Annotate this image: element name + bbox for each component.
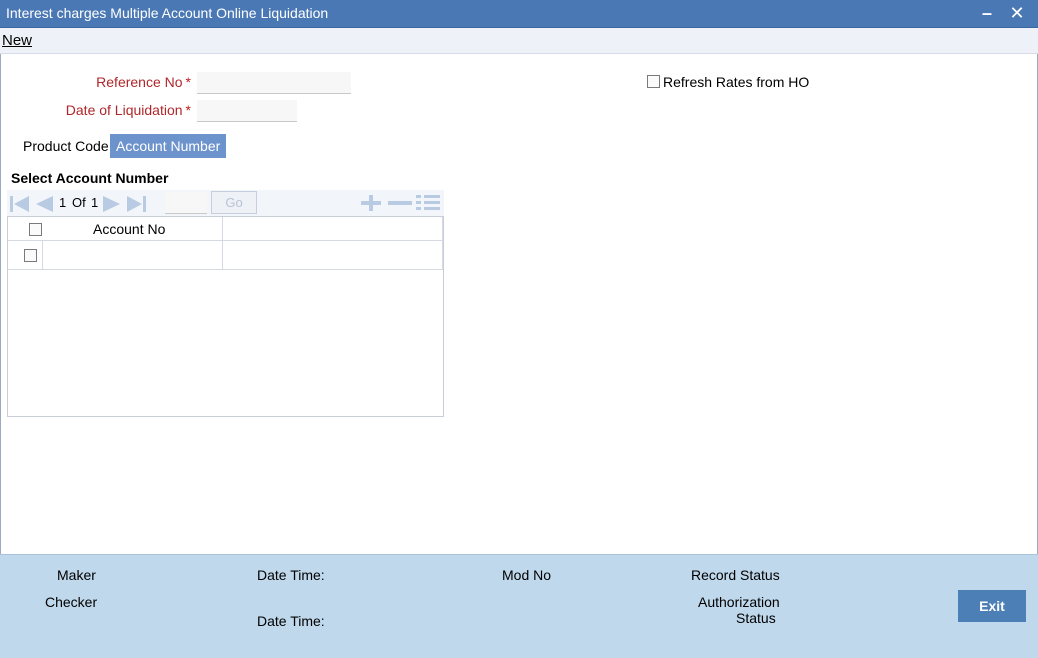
grid-pager-toolbar: 1 Of 1 Go [7, 190, 444, 216]
mod-no-label: Mod No [502, 567, 552, 583]
last-page-icon[interactable] [125, 195, 147, 213]
select-all-checkbox[interactable] [29, 223, 42, 236]
minimize-icon[interactable]: – [976, 1, 998, 25]
record-status-label: Record Status [691, 567, 780, 583]
page-current: 1 [59, 195, 67, 210]
authorization-label: Authorization [698, 594, 780, 610]
previous-page-icon[interactable] [33, 195, 55, 213]
table-row[interactable] [8, 241, 443, 270]
new-link[interactable]: New [2, 32, 32, 49]
tab-account-number[interactable]: Account Number [110, 134, 227, 158]
close-icon[interactable]: ✕ [1006, 1, 1028, 25]
window-title: Interest charges Multiple Account Online… [6, 5, 329, 21]
row-select-checkbox[interactable] [24, 249, 37, 262]
main-content: Reference No * Date of Liquidation * Refre… [0, 54, 1038, 554]
authorization-status-label: Status [736, 610, 776, 626]
menu-bar: New [0, 28, 1038, 54]
grid-header-row: Account No [8, 217, 443, 241]
exit-button[interactable]: Exit [958, 590, 1026, 622]
checker-date-time-label: Date Time: [257, 613, 325, 629]
required-marker: * [185, 74, 191, 90]
next-page-icon[interactable] [101, 195, 123, 213]
select-account-number-title: Select Account Number [11, 170, 169, 186]
column-header-account-no: Account No [93, 221, 166, 237]
date-of-liquidation-field[interactable] [197, 100, 297, 122]
account-grid: Account No [7, 216, 444, 417]
page-of-label: Of [72, 195, 86, 210]
add-row-icon[interactable] [359, 194, 383, 212]
page-number-input[interactable] [165, 192, 207, 214]
refresh-rates-checkbox[interactable] [647, 75, 660, 88]
maker-label: Maker [57, 567, 96, 583]
first-page-icon[interactable] [9, 195, 31, 213]
reference-no-label: Reference No * [96, 74, 191, 90]
go-button[interactable]: Go [211, 191, 257, 214]
checker-label: Checker [45, 594, 98, 610]
audit-footer: Maker Checker Date Time: Date Time: Mod … [0, 554, 1038, 658]
tab-product-code[interactable]: Product Code [17, 134, 115, 158]
page-total: 1 [91, 195, 99, 210]
refresh-rates-label: Refresh Rates from HO [663, 74, 810, 90]
date-of-liquidation-label: Date of Liquidation * [65, 102, 191, 118]
reference-no-field[interactable] [197, 72, 351, 94]
delete-row-icon[interactable] [387, 194, 413, 212]
window-title-bar: Interest charges Multiple Account Online… [0, 0, 1038, 28]
required-marker: * [185, 102, 191, 118]
maker-date-time-label: Date Time: [257, 567, 325, 583]
single-view-icon[interactable] [415, 194, 441, 212]
